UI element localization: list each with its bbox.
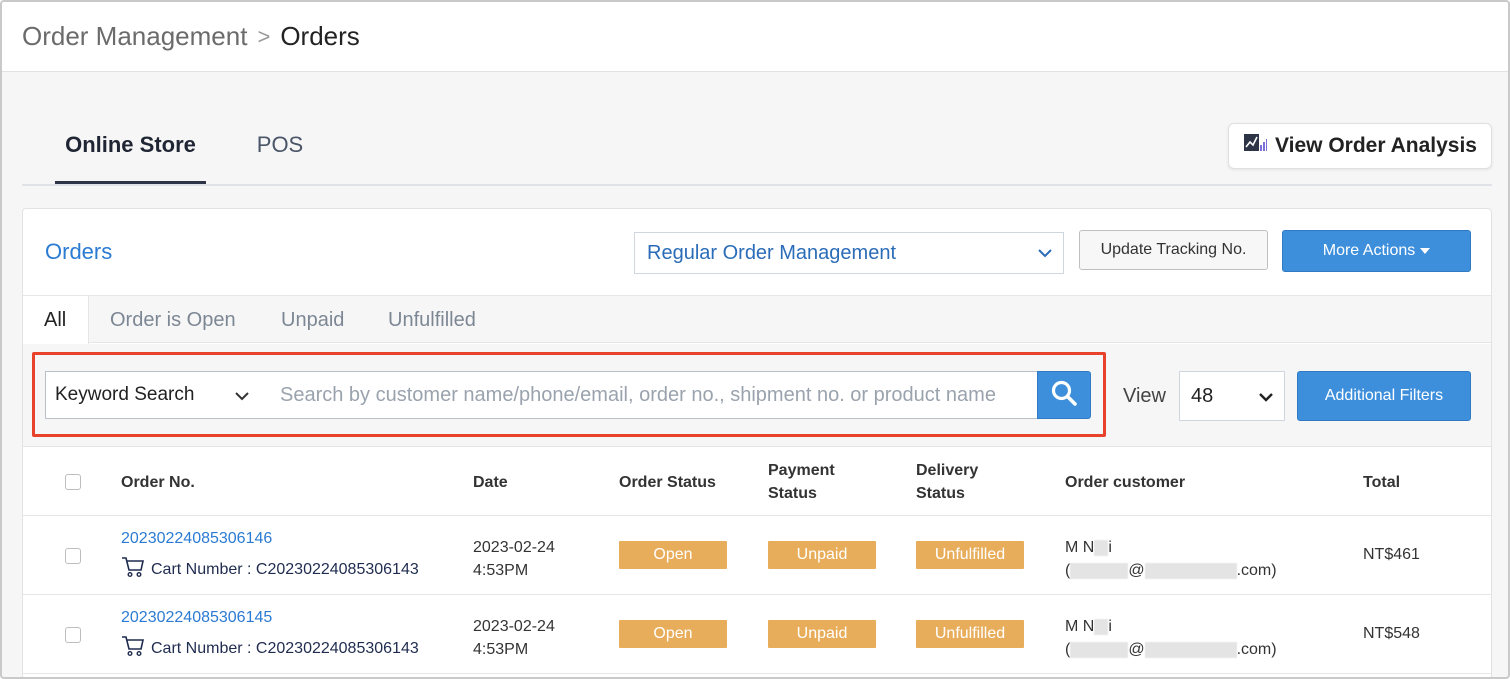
tab-pos[interactable]: POS <box>254 130 306 184</box>
cart-number-label: Cart Number : C20230224085306143 <box>151 639 419 657</box>
cart-icon <box>121 635 145 662</box>
order-date-time: 4:53PM <box>473 641 529 658</box>
view-order-analysis-label: View Order Analysis <box>1275 134 1477 157</box>
orders-title: Orders <box>45 239 113 264</box>
view-count-select[interactable]: 48 <box>1179 371 1285 421</box>
breadcrumb-separator: > <box>257 23 271 49</box>
customer-email-at: @ <box>1128 641 1145 658</box>
status-tabs: All Order is Open Unpaid Unfulfilled <box>23 295 1491 345</box>
header-date: Date <box>473 474 508 491</box>
redacted-block <box>1094 539 1109 556</box>
order-date-day: 2023-02-24 <box>473 539 555 556</box>
order-date-time: 4:53PM <box>473 562 529 579</box>
table-header: Order No. Date Order Status Payment Stat… <box>23 446 1491 516</box>
cart-number: Cart Number : C20230224085306143 <box>121 635 419 662</box>
header-delivery-line1: Delivery <box>916 462 979 479</box>
customer-name-end: i <box>1108 618 1112 635</box>
table-row: 20230224085306145 Cart Number : C2023022… <box>23 595 1491 674</box>
cart-number: Cart Number : C20230224085306143 <box>121 556 419 583</box>
search-highlight-box <box>32 352 1106 437</box>
tab-online-store[interactable]: Online Store <box>55 130 206 184</box>
order-date-day: 2023-02-24 <box>473 618 555 635</box>
subtab-order-open[interactable]: Order is Open <box>110 296 236 344</box>
delivery-status-badge: Unfulfilled <box>916 541 1024 569</box>
header-total: Total <box>1363 474 1401 491</box>
order-customer: M Ni (@ .com) <box>1065 615 1277 661</box>
more-actions-label: More Actions <box>1322 242 1416 259</box>
subtab-all[interactable]: All <box>23 296 89 345</box>
app-frame: Order Management > Orders Online Store P… <box>0 0 1510 679</box>
chevron-down-icon <box>1258 387 1274 413</box>
customer-email-end: .com) <box>1236 641 1277 658</box>
header-order-no: Order No. <box>121 474 195 491</box>
view-count-value: 48 <box>1191 384 1214 407</box>
header-payment-line1: Payment <box>768 462 835 479</box>
view-order-analysis-button[interactable]: View Order Analysis <box>1228 123 1492 169</box>
order-status-badge: Open <box>619 541 727 569</box>
header-delivery-line2: Status <box>916 485 965 502</box>
order-date: 2023-02-24 4:53PM <box>473 536 555 582</box>
order-number-link[interactable]: 20230224085306145 <box>121 609 272 627</box>
customer-name-start: M N <box>1065 618 1095 635</box>
caret-down-icon <box>1420 248 1431 254</box>
order-total: NT$461 <box>1363 546 1420 563</box>
header-customer: Order customer <box>1065 474 1186 491</box>
chart-icon <box>1243 132 1268 160</box>
customer-name-start: M N <box>1065 539 1095 556</box>
update-tracking-button[interactable]: Update Tracking No. <box>1079 230 1268 270</box>
customer-name-end: i <box>1108 539 1112 556</box>
order-number-link[interactable]: 20230224085306146 <box>121 530 272 548</box>
page-title: Orders <box>280 21 360 51</box>
cart-icon <box>121 556 145 583</box>
row-checkbox[interactable] <box>65 548 81 564</box>
cart-number-label: Cart Number : C20230224085306143 <box>151 560 419 578</box>
header-delivery-status: Delivery Status <box>916 459 978 505</box>
breadcrumb: Order Management > Orders <box>2 2 1508 72</box>
orders-panel: Orders Regular Order Management Update T… <box>22 208 1492 677</box>
additional-filters-button[interactable]: Additional Filters <box>1297 371 1471 421</box>
header-payment-line2: Status <box>768 485 817 502</box>
chevron-down-icon <box>1037 243 1053 269</box>
orders-table: Order No. Date Order Status Payment Stat… <box>23 446 1491 674</box>
subtab-unpaid[interactable]: Unpaid <box>281 296 344 344</box>
redacted-block <box>1094 618 1109 635</box>
redacted-block <box>1070 562 1129 579</box>
select-all-checkbox[interactable] <box>65 474 81 490</box>
table-row: 20230224085306146 Cart Number : C2023022… <box>23 516 1491 595</box>
breadcrumb-parent[interactable]: Order Management <box>22 21 247 52</box>
customer-email-end: .com) <box>1236 562 1277 579</box>
order-management-value: Regular Order Management <box>647 241 897 264</box>
order-customer: M Ni (@ .com) <box>1065 536 1277 582</box>
redacted-block <box>1144 562 1237 579</box>
redacted-block <box>1144 641 1237 658</box>
order-status-badge: Open <box>619 620 727 648</box>
header-payment-status: Payment Status <box>768 459 835 505</box>
order-date: 2023-02-24 4:53PM <box>473 615 555 661</box>
order-management-select[interactable]: Regular Order Management <box>634 232 1064 274</box>
customer-email-at: @ <box>1128 562 1145 579</box>
header-order-status: Order Status <box>619 474 716 491</box>
view-label: View <box>1123 385 1166 407</box>
row-checkbox[interactable] <box>65 627 81 643</box>
redacted-block <box>1070 641 1129 658</box>
order-total: NT$548 <box>1363 625 1420 642</box>
payment-status-badge: Unpaid <box>768 541 876 569</box>
more-actions-button[interactable]: More Actions <box>1282 230 1471 272</box>
subtab-unfulfilled[interactable]: Unfulfilled <box>388 296 476 344</box>
payment-status-badge: Unpaid <box>768 620 876 648</box>
delivery-status-badge: Unfulfilled <box>916 620 1024 648</box>
